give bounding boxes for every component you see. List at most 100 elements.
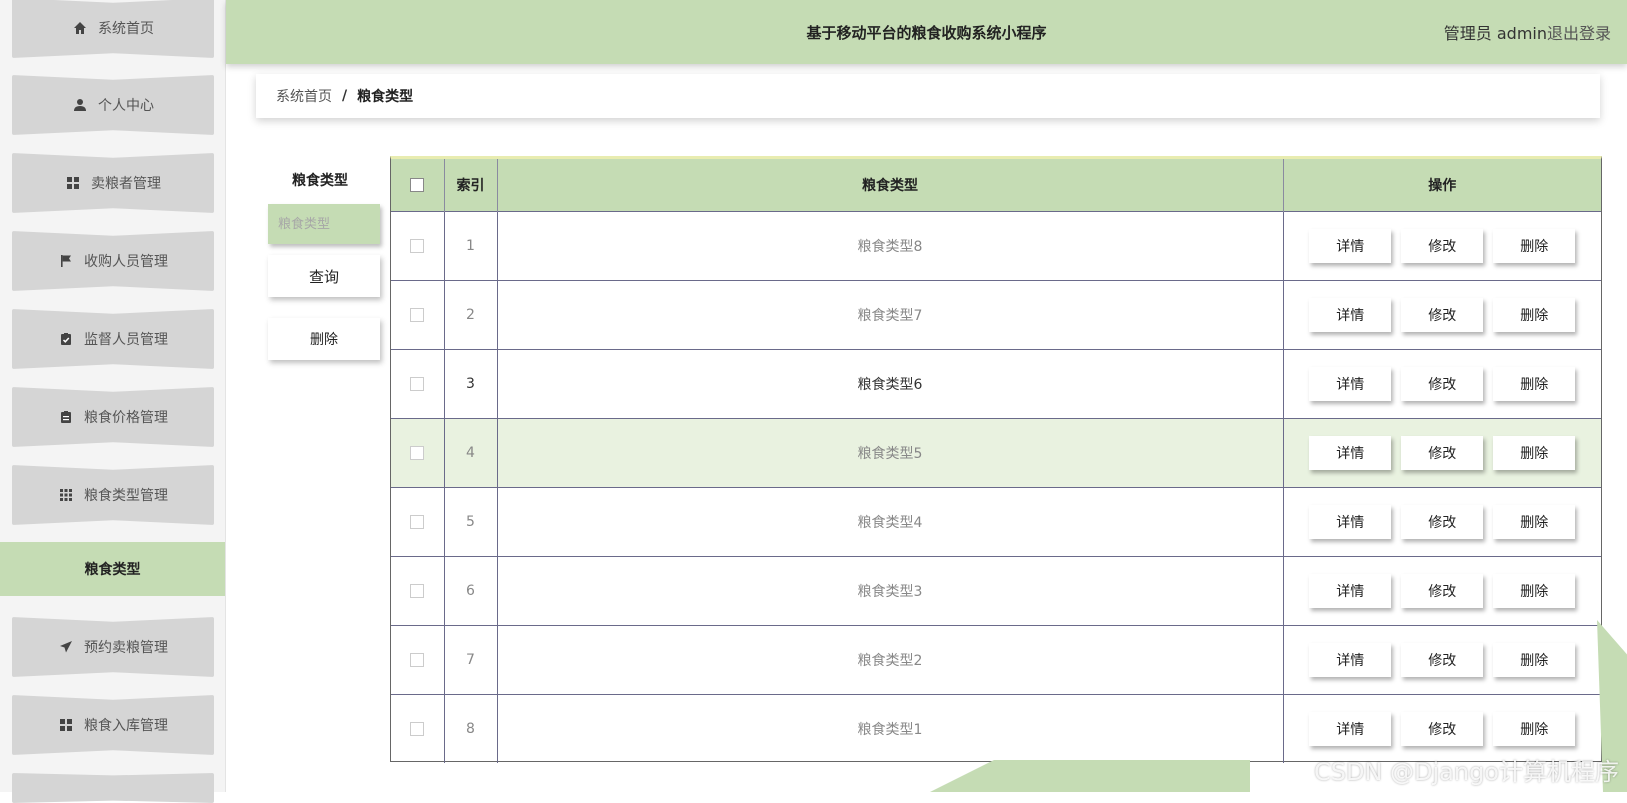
home-icon	[72, 20, 88, 36]
sidebar-item-storage[interactable]: 粮食入库管理	[12, 695, 214, 755]
sidebar-subitem-label: 粮食类型	[84, 562, 141, 578]
edit-button[interactable]: 修改	[1401, 435, 1484, 470]
row-checkbox-cell	[391, 693, 445, 763]
edit-button[interactable]: 修改	[1401, 228, 1484, 263]
row-actions: 详情 修改 删除	[1283, 348, 1601, 418]
row-actions: 详情 修改 删除	[1283, 555, 1601, 625]
row-checkbox[interactable]	[410, 514, 425, 529]
edit-button[interactable]: 修改	[1401, 642, 1484, 677]
table-row: 1 粮食类型8 详情 修改 删除	[391, 210, 1601, 280]
header-checkbox-cell	[391, 159, 445, 211]
row-actions: 详情 修改 删除	[1283, 210, 1601, 280]
batch-delete-button[interactable]: 删除	[268, 318, 380, 360]
search-input[interactable]	[268, 204, 380, 244]
edit-button[interactable]: 修改	[1401, 711, 1484, 746]
delete-button[interactable]: 删除	[1493, 435, 1576, 470]
row-checkbox[interactable]	[410, 445, 425, 460]
breadcrumb-home[interactable]: 系统首页	[276, 86, 332, 106]
sidebar-item-label: 监督人员管理	[84, 332, 168, 348]
header-actions: 操作	[1428, 177, 1457, 194]
table-row: 6 粮食类型3 详情 修改 删除	[391, 555, 1601, 625]
app-title: 基于移动平台的粮食收购系统小程序	[806, 24, 1047, 42]
row-index: 5	[444, 486, 498, 556]
sidebar-item-prices[interactable]: 粮食价格管理	[12, 387, 214, 447]
detail-button[interactable]: 详情	[1309, 366, 1392, 401]
row-checkbox-cell	[391, 348, 445, 418]
detail-button[interactable]: 详情	[1309, 228, 1392, 263]
send-icon	[58, 639, 74, 655]
detail-button[interactable]: 详情	[1309, 711, 1392, 746]
sidebar-item-label: 卖粮者管理	[91, 176, 161, 192]
watermark: CSDN @Django计算机程序	[1313, 758, 1619, 786]
detail-button[interactable]: 详情	[1309, 504, 1392, 539]
sidebar-item-label: 粮食入库管理	[84, 718, 168, 734]
sidebar-item-home[interactable]: 系统首页	[12, 0, 214, 58]
sidebar-item-sellers[interactable]: 卖粮者管理	[12, 153, 214, 213]
delete-button[interactable]: 删除	[1493, 366, 1576, 401]
search-label: 粮食类型	[292, 173, 348, 189]
delete-button[interactable]: 删除	[1493, 711, 1576, 746]
row-name: 粮食类型5	[497, 417, 1284, 487]
edit-button[interactable]: 修改	[1401, 297, 1484, 332]
header-index: 索引	[444, 159, 498, 211]
row-checkbox[interactable]	[410, 721, 425, 736]
sidebar-item-label: 预约卖粮管理	[84, 640, 168, 656]
logout-link[interactable]: 退出登录	[1547, 20, 1611, 44]
row-name: 粮食类型3	[497, 555, 1284, 625]
row-checkbox-cell	[391, 417, 445, 487]
delete-button[interactable]: 删除	[1493, 297, 1576, 332]
row-index: 4	[444, 417, 498, 487]
row-name: 粮食类型7	[497, 279, 1284, 349]
delete-button[interactable]: 删除	[1493, 642, 1576, 677]
row-checkbox-cell	[391, 486, 445, 556]
delete-button[interactable]: 删除	[1493, 504, 1576, 539]
detail-button[interactable]: 详情	[1309, 642, 1392, 677]
row-name: 粮食类型1	[497, 693, 1284, 763]
table-row: 7 粮食类型2 详情 修改 删除	[391, 624, 1601, 694]
row-checkbox-cell	[391, 279, 445, 349]
sidebar-subitem-grain-type[interactable]: 粮食类型	[0, 542, 225, 596]
row-index: 1	[444, 210, 498, 280]
top-header: 基于移动平台的粮食收购系统小程序 管理员 admin 退出登录	[226, 0, 1627, 64]
row-index: 2	[444, 279, 498, 349]
row-checkbox[interactable]	[410, 238, 425, 253]
table-row: 4 粮食类型5 详情 修改 删除	[391, 417, 1601, 487]
breadcrumb-separator: /	[342, 88, 348, 104]
edit-button[interactable]: 修改	[1401, 573, 1484, 608]
query-button[interactable]: 查询	[268, 255, 380, 297]
sidebar-item-purchasers[interactable]: 收购人员管理	[12, 231, 214, 291]
row-name: 粮食类型2	[497, 624, 1284, 694]
row-actions: 详情 修改 删除	[1283, 417, 1601, 487]
sidebar-item-profile[interactable]: 个人中心	[12, 75, 214, 135]
flag-icon	[58, 253, 74, 269]
sidebar-item-more[interactable]	[12, 773, 214, 803]
sidebar-item-grain-types[interactable]: 粮食类型管理	[12, 465, 214, 525]
grid-icon	[65, 175, 81, 191]
row-checkbox[interactable]	[410, 583, 425, 598]
edit-button[interactable]: 修改	[1401, 366, 1484, 401]
row-checkbox[interactable]	[410, 652, 425, 667]
detail-button[interactable]: 详情	[1309, 297, 1392, 332]
row-actions: 详情 修改 删除	[1283, 486, 1601, 556]
delete-button[interactable]: 删除	[1493, 228, 1576, 263]
row-checkbox[interactable]	[410, 307, 425, 322]
row-checkbox[interactable]	[410, 376, 425, 391]
header-name: 粮食类型	[497, 159, 1284, 211]
current-user: 管理员 admin	[1443, 24, 1547, 43]
sidebar-item-supervisors[interactable]: 监督人员管理	[12, 309, 214, 369]
row-name: 粮食类型6	[497, 348, 1284, 418]
delete-button[interactable]: 删除	[1493, 573, 1576, 608]
row-index: 3	[444, 348, 498, 418]
sidebar-item-label: 个人中心	[98, 98, 154, 114]
select-all-checkbox[interactable]	[410, 177, 425, 192]
sidebar-item-label: 粮食类型管理	[84, 488, 168, 504]
edit-button[interactable]: 修改	[1401, 504, 1484, 539]
row-actions: 详情 修改 删除	[1283, 624, 1601, 694]
sidebar-item-appointments[interactable]: 预约卖粮管理	[12, 617, 214, 677]
clipboard-icon	[58, 409, 74, 425]
detail-button[interactable]: 详情	[1309, 573, 1392, 608]
user-icon	[72, 97, 88, 113]
detail-button[interactable]: 详情	[1309, 435, 1392, 470]
table-row: 2 粮食类型7 详情 修改 删除	[391, 279, 1601, 349]
row-name: 粮食类型4	[497, 486, 1284, 556]
